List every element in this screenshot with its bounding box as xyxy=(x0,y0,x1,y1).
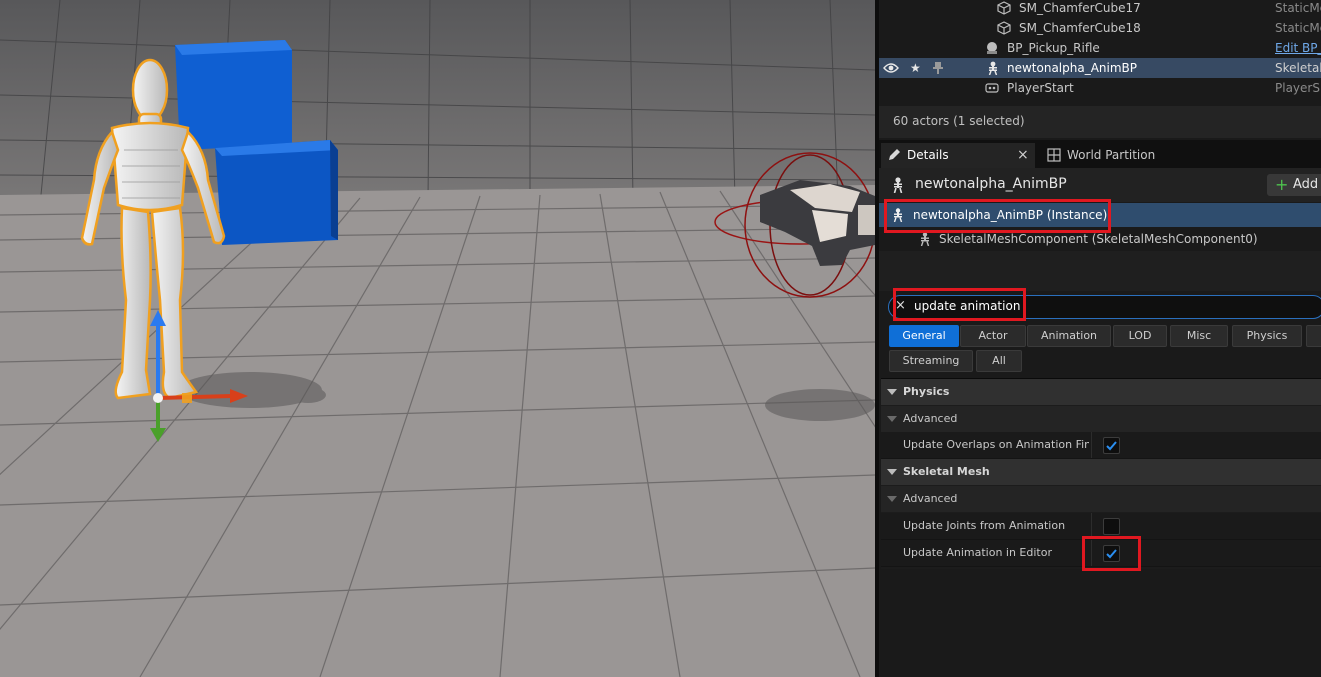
filter-misc[interactable]: Misc xyxy=(1170,325,1228,347)
outliner-item-type: PlayerS xyxy=(1275,81,1320,95)
advanced-toggle-skeletal-mesh[interactable]: Advanced xyxy=(881,486,1321,512)
plus-icon: + xyxy=(1275,175,1289,194)
outliner-item-type: Skeletal xyxy=(1275,61,1321,75)
pin-icon[interactable] xyxy=(933,61,943,75)
details-actor-name: newtonalpha_AnimBP xyxy=(915,176,1067,192)
category-title: Physics xyxy=(903,385,950,398)
filter-physics[interactable]: Physics xyxy=(1232,325,1302,347)
category-physics[interactable]: Physics xyxy=(881,379,1321,405)
tab-details-label: Details xyxy=(907,148,949,162)
expand-arrow-icon xyxy=(887,469,897,475)
column-splitter[interactable] xyxy=(1091,432,1092,458)
add-component-button[interactable]: + Add xyxy=(1267,174,1321,196)
outliner-item-type: StaticMe xyxy=(1275,21,1321,35)
advanced-label: Advanced xyxy=(903,492,958,505)
checkmark-icon xyxy=(1106,441,1117,451)
highlight-box-search xyxy=(893,288,1026,321)
outliner-row[interactable]: PlayerStart PlayerS xyxy=(879,78,1321,98)
tab-details[interactable]: Details × xyxy=(881,143,1035,168)
update-overlaps-checkbox[interactable] xyxy=(1103,437,1120,454)
actor-count: 60 actors (1 selected) xyxy=(893,114,1025,128)
outliner-row[interactable]: SM_ChamferCube17 StaticMe xyxy=(879,0,1321,18)
expand-arrow-icon xyxy=(887,496,897,502)
component-tree-area xyxy=(879,251,1321,291)
outliner-row-selected[interactable]: ★ newtonalpha_AnimBP Skeletal xyxy=(879,58,1321,78)
tab-world-partition-label: World Partition xyxy=(1067,148,1156,162)
advanced-label: Advanced xyxy=(903,412,958,425)
skeleton-icon xyxy=(893,177,903,193)
close-tab-icon[interactable]: × xyxy=(1017,143,1029,168)
blueprint-actor-icon xyxy=(987,42,997,54)
pencil-icon xyxy=(889,149,900,160)
filter-all[interactable]: All xyxy=(976,350,1022,372)
star-icon[interactable]: ★ xyxy=(910,58,921,78)
add-component-label: Add xyxy=(1293,177,1319,192)
edit-blueprint-link[interactable]: Edit BP_ xyxy=(1275,38,1321,58)
expand-arrow-icon xyxy=(887,389,897,395)
tab-world-partition[interactable]: World Partition xyxy=(1041,143,1181,168)
player-start-icon xyxy=(985,83,999,93)
skeleton-icon xyxy=(988,61,998,75)
outliner-item-name: BP_Pickup_Rifle xyxy=(1007,41,1100,55)
highlight-box-checkbox xyxy=(1082,536,1141,571)
outliner-row[interactable]: SM_ChamferCube18 StaticMe xyxy=(879,18,1321,38)
details-header: newtonalpha_AnimBP + Add xyxy=(879,168,1321,202)
category-title: Skeletal Mesh xyxy=(903,465,990,478)
filter-actor[interactable]: Actor xyxy=(960,325,1026,347)
outliner-item-name: SM_ChamferCube17 xyxy=(1019,1,1141,15)
property-label: Update Joints from Animation xyxy=(903,519,1066,532)
property-label: Update Animation in Editor xyxy=(903,546,1052,559)
filter-general[interactable]: General xyxy=(889,325,959,347)
outliner-item-name: PlayerStart xyxy=(1007,81,1074,95)
update-joints-checkbox[interactable] xyxy=(1103,518,1120,535)
advanced-toggle-physics[interactable]: Advanced xyxy=(881,406,1321,432)
editor-side-panel: SM_ChamferCube17 StaticMe SM_ChamferCube… xyxy=(879,0,1321,677)
filter-streaming[interactable]: Streaming xyxy=(889,350,973,372)
expand-arrow-icon xyxy=(887,416,897,422)
highlight-box-instance xyxy=(884,199,1111,233)
filter-lod[interactable]: LOD xyxy=(1113,325,1167,347)
level-viewport[interactable] xyxy=(0,0,875,677)
details-tab-bar: Details × World Partition xyxy=(879,140,1321,168)
outliner-status-bar: 60 actors (1 selected) xyxy=(879,106,1321,138)
skeleton-icon xyxy=(920,232,930,246)
static-mesh-icon xyxy=(997,1,1011,15)
property-row: Update Overlaps on Animation Fina... xyxy=(881,432,1321,459)
outliner-item-name: SM_ChamferCube18 xyxy=(1019,21,1141,35)
eye-icon[interactable] xyxy=(883,62,899,74)
filter-more[interactable] xyxy=(1306,325,1321,347)
property-label: Update Overlaps on Animation Fina... xyxy=(903,438,1089,451)
viewport-scene[interactable] xyxy=(0,0,875,677)
outliner-row[interactable]: BP_Pickup_Rifle Edit BP_ xyxy=(879,38,1321,58)
outliner-item-type: StaticMe xyxy=(1275,1,1321,15)
filter-animation[interactable]: Animation xyxy=(1027,325,1111,347)
category-skeletal-mesh[interactable]: Skeletal Mesh xyxy=(881,459,1321,485)
static-mesh-icon xyxy=(997,21,1011,35)
world-partition-icon xyxy=(1047,148,1061,162)
outliner-item-name: newtonalpha_AnimBP xyxy=(1007,61,1138,75)
